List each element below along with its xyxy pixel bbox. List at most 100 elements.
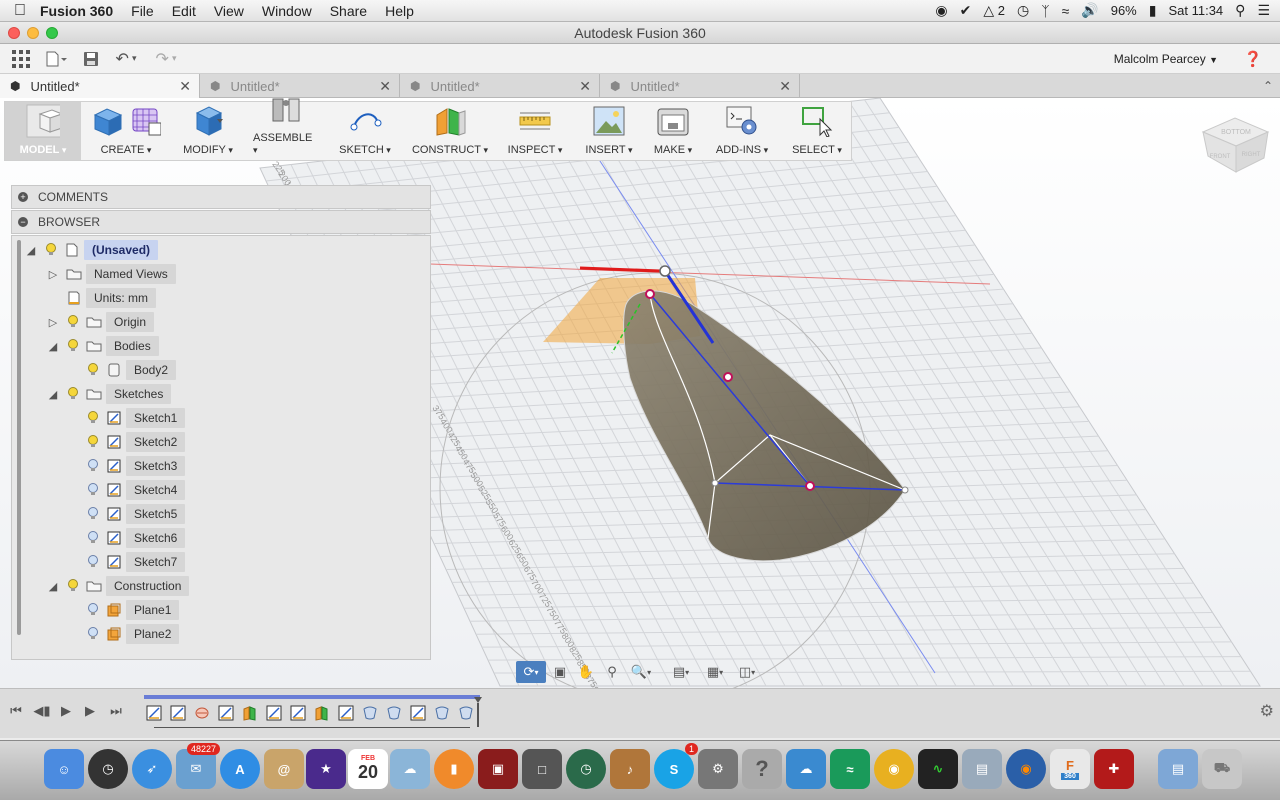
timeline-feature-sketch[interactable] [336, 703, 356, 723]
create-menu[interactable]: CREATE [81, 102, 171, 160]
timeline-feature-sketch[interactable] [216, 703, 236, 723]
expand-toggle-icon[interactable]: ◢ [24, 244, 38, 257]
save-button[interactable] [76, 46, 106, 72]
close-window-button[interactable] [8, 27, 20, 39]
visibility-bulb-icon[interactable] [66, 387, 80, 401]
browser-node-sketch-6[interactable]: Sketch6 [66, 528, 186, 548]
browser-node-sketch-1[interactable]: Sketch1 [66, 408, 186, 428]
creative-cloud-icon[interactable]: ◉ [935, 2, 947, 19]
apple-icon[interactable]:  [0, 2, 40, 20]
go-to-start-button[interactable]: ⏮ [6, 703, 26, 721]
go-to-end-button[interactable]: ⏭ [106, 703, 126, 721]
visibility-bulb-icon[interactable] [86, 459, 100, 473]
visibility-bulb-icon[interactable] [86, 363, 100, 377]
menu-edit[interactable]: Edit [172, 3, 196, 19]
expand-toggle-icon[interactable]: ◢ [46, 388, 60, 401]
dashboard-icon[interactable]: ◷ [88, 749, 128, 789]
visibility-bulb-icon[interactable] [44, 243, 58, 257]
chrome-icon[interactable]: ◉ [874, 749, 914, 789]
comments-panel-header[interactable]: + COMMENTS [11, 185, 431, 209]
addins-menu[interactable]: ADD-INS [701, 102, 783, 160]
menu-file[interactable]: File [131, 3, 154, 19]
vertex-point[interactable] [901, 486, 909, 494]
vertex-point[interactable] [711, 479, 719, 487]
close-tab-button[interactable]: ✕ [779, 78, 791, 95]
visibility-bulb-icon[interactable] [86, 531, 100, 545]
timeline-feature-sketch[interactable] [408, 703, 428, 723]
timeline-feature-plane[interactable] [240, 703, 260, 723]
document-tab-4[interactable]: ⬢ Untitled* ✕ [600, 74, 800, 98]
viewports-button[interactable]: ◫ ▾ [732, 661, 762, 683]
step-back-button[interactable]: ◀▮ [32, 703, 52, 721]
sketch-point[interactable] [723, 372, 733, 382]
menu-view[interactable]: View [214, 3, 244, 19]
app-menu[interactable]: Fusion 360 [40, 3, 113, 19]
browser-node-body2[interactable]: Body2 [66, 360, 177, 380]
system-preferences-icon[interactable]: ⚙ [698, 749, 738, 789]
document-tab-3[interactable]: ⬢ Untitled* ✕ [400, 74, 600, 98]
browser-scrollbar[interactable] [17, 240, 21, 635]
battery-icon[interactable]: ▮ [1149, 2, 1157, 19]
activity-monitor-icon[interactable]: ∿ [918, 749, 958, 789]
photo-booth-icon[interactable]: ▣ [478, 749, 518, 789]
image-capture-icon[interactable]: □ [522, 749, 562, 789]
browser-node-named-views[interactable]: ▷ Named Views [46, 264, 176, 284]
look-at-button[interactable]: ▣ [548, 661, 572, 683]
zoom-window-button[interactable] [46, 27, 58, 39]
garageband-icon[interactable]: ♪ [610, 749, 650, 789]
ibooks-icon[interactable]: ▮ [434, 749, 474, 789]
assemble-menu[interactable]: ASSEMBLE [245, 98, 327, 160]
pan-button[interactable]: ✋ [574, 661, 598, 683]
timeline-feature-loft[interactable] [192, 703, 212, 723]
view-cube[interactable]: BOTTOM FRONT RIGHT [1201, 117, 1270, 173]
expand-toggle-icon[interactable]: ◢ [46, 580, 60, 593]
browser-root-node[interactable]: ◢ (Unsaved) [24, 240, 159, 260]
app-store-icon[interactable]: A [220, 749, 260, 789]
insert-menu[interactable]: INSERT [573, 102, 645, 160]
step-forward-button[interactable]: ▶ [80, 703, 100, 721]
timeline-feature-body[interactable] [456, 703, 476, 723]
select-menu[interactable]: SELECT [783, 102, 851, 160]
calendar-icon[interactable]: FEB 20 [348, 749, 388, 789]
visibility-bulb-icon[interactable] [66, 315, 80, 329]
visibility-bulb-icon[interactable] [86, 627, 100, 641]
document-tab-1[interactable]: ⬢ Untitled* ✕ [0, 74, 200, 98]
browser-node-construction[interactable]: ◢ Construction [46, 576, 190, 596]
inspect-menu[interactable]: INSPECT [497, 102, 573, 160]
user-account-menu[interactable]: Malcolm Pearcey ▼ [1114, 52, 1218, 66]
close-tab-button[interactable]: ✕ [579, 78, 591, 95]
origin-point[interactable] [659, 265, 671, 277]
play-button[interactable]: ▶ [56, 703, 76, 721]
browser-node-sketch-5[interactable]: Sketch5 [66, 504, 186, 524]
timeline-feature-sketch[interactable] [168, 703, 188, 723]
timeline-feature-sketch[interactable] [288, 703, 308, 723]
timeline-feature-sketch[interactable] [144, 703, 164, 723]
make-menu[interactable]: MAKE [645, 102, 701, 160]
timeline-feature-body[interactable] [384, 703, 404, 723]
menu-window[interactable]: Window [262, 3, 312, 19]
browser-panel-header[interactable]: − BROWSER [11, 210, 431, 234]
expand-toggle-icon[interactable]: ▷ [46, 268, 60, 281]
browser-node-units[interactable]: Units: mm [46, 288, 156, 308]
time-machine-icon[interactable]: ◷ [1017, 2, 1029, 19]
remote-icon[interactable]: ☁ [786, 749, 826, 789]
orbit-button[interactable]: ⟳ ▾ [516, 661, 546, 683]
browser-node-plane-1[interactable]: Plane1 [66, 600, 180, 620]
visibility-bulb-icon[interactable] [86, 435, 100, 449]
browser-node-bodies[interactable]: ◢ Bodies [46, 336, 159, 356]
expand-toggle-icon[interactable]: ▷ [46, 316, 60, 329]
checkmark-icon[interactable]: ✔ [960, 2, 972, 19]
help-icon[interactable]: ? [742, 749, 782, 789]
visibility-bulb-icon[interactable] [86, 603, 100, 617]
sketch-menu[interactable]: SKETCH [327, 102, 403, 160]
spotlight-search-icon[interactable]: ⚲ [1235, 2, 1245, 19]
notification-center-icon[interactable]: ☰ [1257, 2, 1270, 19]
browser-node-plane-2[interactable]: Plane2 [66, 624, 180, 644]
grid-settings-button[interactable]: ▦ ▾ [700, 661, 730, 683]
file-menu-button[interactable] [36, 46, 76, 72]
menu-help[interactable]: Help [385, 3, 414, 19]
fit-button[interactable]: 🔍 ▾ [626, 661, 656, 683]
display-settings-button[interactable]: ▤ ▾ [664, 661, 698, 683]
blender-icon[interactable]: ◉ [1006, 749, 1046, 789]
undo-button[interactable]: ↶ ▾ [106, 46, 146, 72]
